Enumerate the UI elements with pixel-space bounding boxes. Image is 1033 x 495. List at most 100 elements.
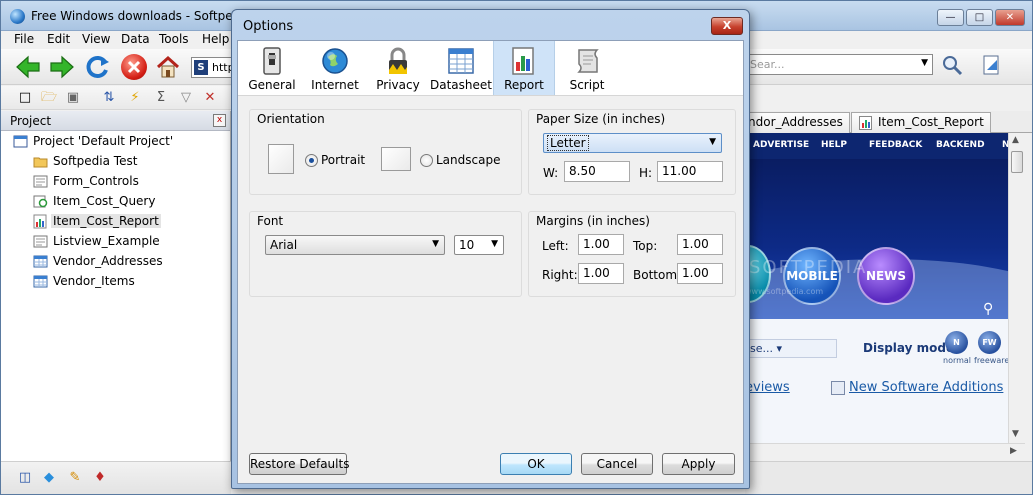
doc-tab-item-cost-report[interactable]: Item_Cost_Report <box>851 112 991 133</box>
landscape-radio[interactable] <box>420 154 433 167</box>
margin-right-input[interactable]: 1.00 <box>578 263 624 284</box>
web-nav-bar: ADVERTISE HELP FEEDBACK BACKEND N <box>745 133 1008 159</box>
menu-file[interactable]: File <box>14 32 34 46</box>
lightning-icon[interactable]: ⚡ <box>127 90 143 106</box>
address-bar[interactable]: S http <box>191 57 233 78</box>
paper-size-value: Letter <box>547 135 589 151</box>
save-icon[interactable]: ▣ <box>65 90 81 106</box>
mode-normal-button[interactable]: N <box>945 331 968 354</box>
home-icon[interactable] <box>155 54 181 80</box>
refresh-icon[interactable] <box>85 54 111 80</box>
tab-report[interactable]: Report <box>493 41 555 95</box>
filter-icon[interactable]: ▽ <box>178 90 194 106</box>
portrait-radio[interactable] <box>305 154 318 167</box>
page-setup-icon[interactable] <box>981 54 1003 76</box>
browse-select[interactable]: se... ▾ <box>745 339 837 358</box>
open-folder-icon[interactable]: 🗁 <box>41 90 57 106</box>
tab-internet[interactable]: Internet <box>304 41 366 95</box>
stop-icon[interactable] <box>121 54 147 80</box>
paper-height-input[interactable]: 11.00 <box>657 161 723 182</box>
diamond-icon[interactable]: ◆ <box>41 470 57 486</box>
chevron-down-icon: ▼ <box>432 239 439 249</box>
web-lower-section: se... ▾ Display mode: N normal FW freewa… <box>745 319 1008 443</box>
close-icon[interactable]: x <box>213 114 226 127</box>
watermark-subtext: www.softpedia.com <box>745 287 824 296</box>
tab-datasheet[interactable]: Datasheet <box>430 41 492 95</box>
web-search-input[interactable]: Sear... ▼ <box>745 54 933 75</box>
forward-arrow-icon[interactable] <box>49 54 75 80</box>
tab-privacy-label: Privacy <box>376 78 420 92</box>
tab-privacy[interactable]: Privacy <box>367 41 429 95</box>
margin-top-input[interactable]: 1.00 <box>677 234 723 255</box>
scroll-thumb[interactable] <box>1011 151 1023 173</box>
windows-icon[interactable]: ◫ <box>17 470 33 486</box>
tab-script-label: Script <box>569 78 605 92</box>
margin-left-input[interactable]: 1.00 <box>578 234 624 255</box>
clear-filter-icon[interactable]: ✕ <box>202 90 218 106</box>
browse-select-text: se... <box>750 342 773 355</box>
options-tab-row: General Internet Privacy Datasheet Repor… <box>238 41 743 96</box>
project-icon <box>13 135 28 148</box>
sort-icon[interactable]: ⇅ <box>101 90 117 106</box>
mode-normal-caption: normal <box>943 356 972 365</box>
scroll-right-icon[interactable]: ▶ <box>1010 446 1017 456</box>
vertical-scrollbar[interactable]: ▲ ▼ <box>1008 133 1025 443</box>
cancel-button[interactable]: Cancel <box>581 453 653 475</box>
back-arrow-icon[interactable] <box>15 54 41 80</box>
scroll-up-icon[interactable]: ▲ <box>1012 135 1019 145</box>
font-family-select[interactable]: Arial ▼ <box>265 235 445 255</box>
globe-icon <box>322 48 348 74</box>
portrait-label[interactable]: Portrait <box>321 153 365 167</box>
tree-item-label: Listview_Example <box>53 234 160 248</box>
address-text: http <box>212 61 233 74</box>
new-file-icon[interactable]: □ <box>17 90 33 106</box>
reviews-link[interactable]: eviews <box>745 380 790 395</box>
paper-size-select[interactable]: Letter ▼ <box>543 133 722 153</box>
report-icon <box>512 47 534 75</box>
shapes-icon[interactable]: ♦ <box>92 470 108 486</box>
horizontal-scrollbar[interactable]: ▶ <box>745 443 1025 460</box>
dialog-close-button[interactable]: X <box>711 17 743 35</box>
search-icon[interactable] <box>941 54 963 76</box>
menu-help[interactable]: Help <box>202 32 229 46</box>
form-icon <box>33 235 48 248</box>
ok-button[interactable]: OK <box>500 453 572 475</box>
search-placeholder: Sear... <box>750 58 785 71</box>
paper-width-input[interactable]: 8.50 <box>564 161 630 182</box>
query-icon <box>33 195 48 208</box>
maximize-button[interactable]: □ <box>966 9 993 26</box>
mode-freeware-button[interactable]: FW <box>978 331 1001 354</box>
menu-edit[interactable]: Edit <box>47 32 70 46</box>
pencil-icon[interactable]: ✎ <box>67 470 83 486</box>
margins-group: Margins (in inches) Left: 1.00 Top: 1.00… <box>528 211 736 297</box>
menu-data[interactable]: Data <box>121 32 150 46</box>
sum-icon[interactable]: Σ <box>153 90 169 106</box>
menu-tools[interactable]: Tools <box>159 32 189 46</box>
restore-defaults-button[interactable]: Restore Defaults <box>249 453 349 475</box>
tab-datasheet-label: Datasheet <box>430 78 492 92</box>
watermark-text: SOFTPEDIA <box>749 257 868 278</box>
margin-bottom-input[interactable]: 1.00 <box>677 263 723 284</box>
orientation-title: Orientation <box>257 112 325 126</box>
close-window-button[interactable]: ✕ <box>995 9 1025 26</box>
web-nav-advertise[interactable]: ADVERTISE <box>753 140 809 150</box>
minimize-button[interactable]: — <box>937 9 964 26</box>
panel-bottom-toolbar: ◫ ◆ ✎ ♦ <box>1 461 231 494</box>
menu-view[interactable]: View <box>82 32 110 46</box>
mode-freeware-caption: freeware <box>974 356 1008 365</box>
datasheet-icon <box>33 275 48 288</box>
web-nav-backend[interactable]: BACKEND <box>936 140 985 150</box>
width-label: W: <box>543 166 559 180</box>
chevron-down-icon[interactable]: ▼ <box>921 58 928 68</box>
font-size-select[interactable]: 10 ▼ <box>454 235 504 255</box>
scroll-down-icon[interactable]: ▼ <box>1012 429 1019 439</box>
tab-script[interactable]: Script <box>556 41 618 95</box>
options-dialog: Options X General Internet Privacy Datas… <box>231 9 750 489</box>
search-icon[interactable]: ⚲ <box>983 301 993 317</box>
web-nav-help[interactable]: HELP <box>821 140 847 150</box>
apply-button[interactable]: Apply <box>662 453 735 475</box>
landscape-label[interactable]: Landscape <box>436 153 500 167</box>
web-nav-feedback[interactable]: FEEDBACK <box>869 140 922 150</box>
tab-general[interactable]: General <box>241 41 303 95</box>
new-software-link[interactable]: New Software Additions <box>849 380 1003 395</box>
